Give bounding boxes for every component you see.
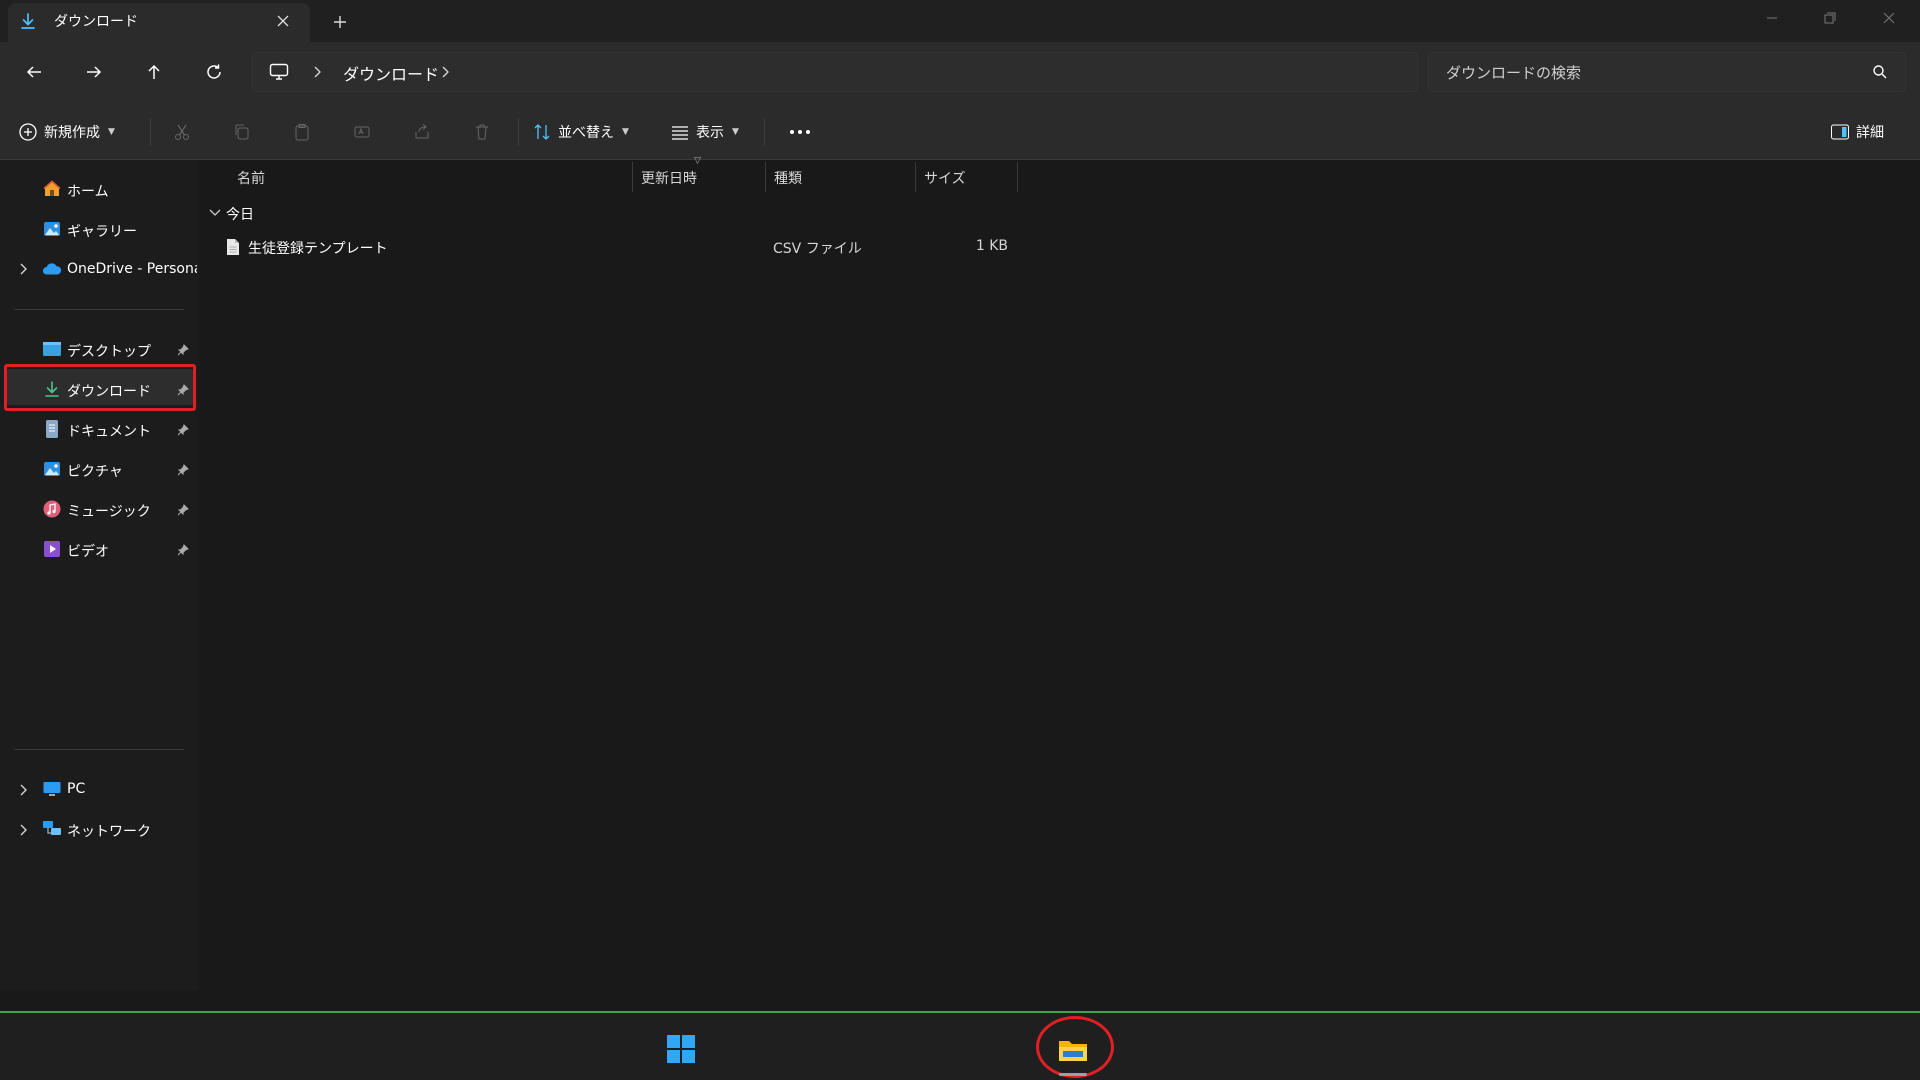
- file-size: 1 KB: [975, 238, 1008, 254]
- minimize-icon[interactable]: [1754, 6, 1790, 30]
- sidebar-item-label: OneDrive - Persona: [67, 261, 197, 277]
- file-list-pane: [200, 160, 1920, 990]
- sort-button[interactable]: 並べ替え ▼: [532, 114, 629, 150]
- new-button[interactable]: 新規作成 ▼: [18, 114, 115, 150]
- view-list-icon: [670, 122, 690, 142]
- delete-icon[interactable]: [468, 118, 496, 146]
- file-name: 生徒登録テンプレート: [248, 241, 388, 257]
- file-type: CSV ファイル: [773, 241, 862, 257]
- csv-file-icon: [224, 237, 242, 257]
- column-header-name[interactable]: 名前: [237, 168, 265, 192]
- tab-title: ダウンロード: [54, 14, 138, 30]
- taskbar: [0, 1013, 1920, 1080]
- back-arrow-icon[interactable]: [16, 56, 52, 88]
- share-icon[interactable]: [408, 118, 436, 146]
- chevron-right-icon[interactable]: [16, 823, 30, 837]
- new-tab-icon[interactable]: [328, 10, 352, 34]
- chevron-right-icon[interactable]: [309, 62, 325, 82]
- add-circle-icon: [18, 122, 38, 142]
- chevron-down-icon[interactable]: [208, 206, 222, 220]
- divider: [518, 118, 519, 146]
- sort-indicator-icon: ▽: [694, 156, 701, 166]
- gallery-icon: [42, 219, 62, 239]
- sidebar-item-label: ギャラリー: [67, 224, 137, 240]
- forward-arrow-icon[interactable]: [76, 56, 112, 88]
- sidebar-item-label: ネットワーク: [67, 824, 151, 840]
- sidebar-divider: [14, 749, 184, 750]
- cut-icon[interactable]: [168, 118, 196, 146]
- close-window-icon[interactable]: [1871, 6, 1907, 30]
- chevron-right-icon[interactable]: [16, 783, 30, 797]
- rename-icon[interactable]: [348, 118, 376, 146]
- close-tab-icon[interactable]: [272, 10, 294, 32]
- home-icon: [42, 179, 62, 199]
- view-button-label: 表示: [696, 125, 724, 141]
- chevron-right-icon[interactable]: [16, 262, 30, 276]
- column-divider[interactable]: [632, 162, 633, 192]
- sort-icon: [532, 122, 552, 142]
- breadcrumb-downloads[interactable]: ダウンロード: [343, 61, 439, 85]
- column-header-type[interactable]: 種類: [774, 168, 802, 192]
- view-button[interactable]: 表示 ▼: [670, 114, 739, 150]
- network-icon: [42, 819, 62, 839]
- column-divider[interactable]: [1017, 162, 1018, 192]
- music-icon: [42, 499, 62, 519]
- details-label: 詳細: [1856, 125, 1884, 141]
- refresh-icon[interactable]: [196, 56, 232, 88]
- chevron-down-icon: ▼: [108, 127, 115, 137]
- column-header-modified[interactable]: 更新日時: [641, 168, 697, 192]
- more-options-icon[interactable]: [786, 118, 814, 146]
- chevron-down-icon: ▼: [622, 127, 629, 137]
- windows-start-icon[interactable]: [662, 1030, 700, 1068]
- chevron-right-icon[interactable]: [437, 62, 453, 82]
- divider: [764, 118, 765, 146]
- pin-icon[interactable]: [176, 423, 190, 437]
- column-divider[interactable]: [915, 162, 916, 192]
- details-pane-icon: [1830, 123, 1850, 141]
- chevron-down-icon: ▼: [732, 127, 739, 137]
- highlight-annotation: [4, 364, 196, 411]
- pin-icon[interactable]: [176, 463, 190, 477]
- download-icon: [18, 11, 38, 31]
- search-icon[interactable]: [1870, 62, 1890, 82]
- column-header-size[interactable]: サイズ: [924, 168, 966, 192]
- sidebar-item-label: ホーム: [67, 184, 109, 200]
- pictures-icon: [42, 459, 62, 479]
- pin-icon[interactable]: [176, 543, 190, 557]
- sidebar-divider: [14, 309, 184, 310]
- videos-icon: [42, 539, 62, 559]
- pin-icon[interactable]: [176, 343, 190, 357]
- group-header-today[interactable]: 今日: [226, 204, 254, 224]
- pc-icon: [42, 779, 62, 799]
- highlight-annotation: [1036, 1016, 1114, 1078]
- divider: [150, 118, 151, 146]
- restore-icon[interactable]: [1812, 6, 1848, 30]
- paste-icon[interactable]: [288, 118, 316, 146]
- sort-button-label: 並べ替え: [558, 125, 614, 141]
- up-arrow-icon[interactable]: [136, 56, 172, 88]
- details-pane-button[interactable]: 詳細: [1830, 114, 1884, 150]
- search-placeholder: ダウンロードの検索: [1446, 64, 1582, 82]
- sidebar-item-label: PC: [67, 781, 86, 797]
- monitor-icon[interactable]: [268, 61, 290, 83]
- onedrive-icon: [42, 259, 62, 279]
- pin-icon[interactable]: [176, 503, 190, 517]
- column-divider[interactable]: [765, 162, 766, 192]
- copy-icon[interactable]: [228, 118, 256, 146]
- new-button-label: 新規作成: [44, 125, 100, 141]
- desktop-folder-icon: [42, 339, 62, 359]
- active-app-indicator: [1059, 1073, 1087, 1076]
- documents-icon: [42, 419, 62, 439]
